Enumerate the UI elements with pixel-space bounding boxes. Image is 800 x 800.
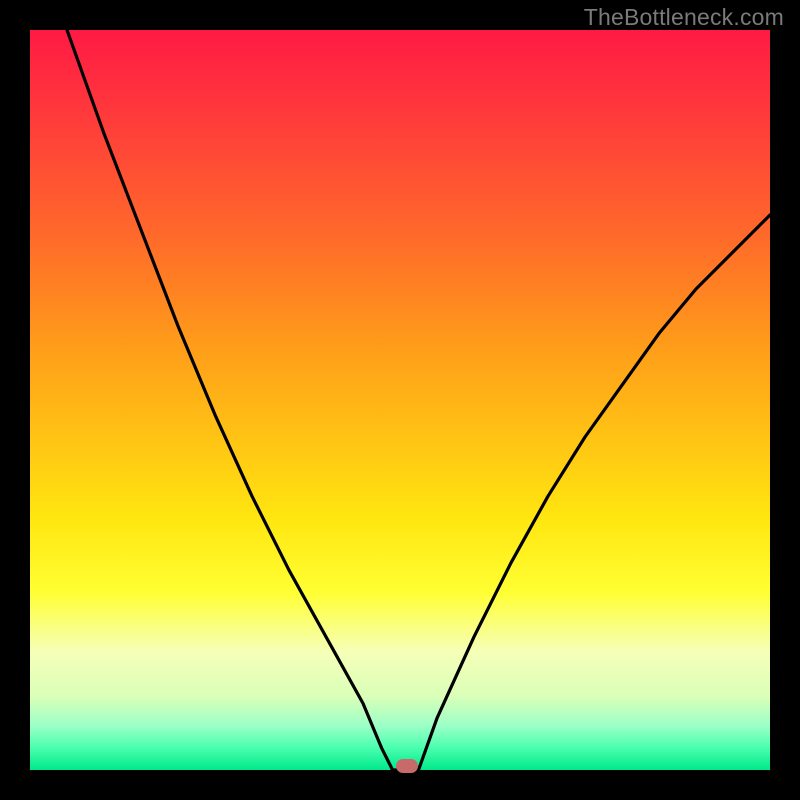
- bottleneck-curve: [30, 30, 770, 770]
- curve-path: [67, 30, 770, 770]
- watermark-text: TheBottleneck.com: [584, 4, 784, 31]
- plot-area: [30, 30, 770, 770]
- optimal-point-marker: [396, 759, 418, 773]
- chart-frame: TheBottleneck.com: [0, 0, 800, 800]
